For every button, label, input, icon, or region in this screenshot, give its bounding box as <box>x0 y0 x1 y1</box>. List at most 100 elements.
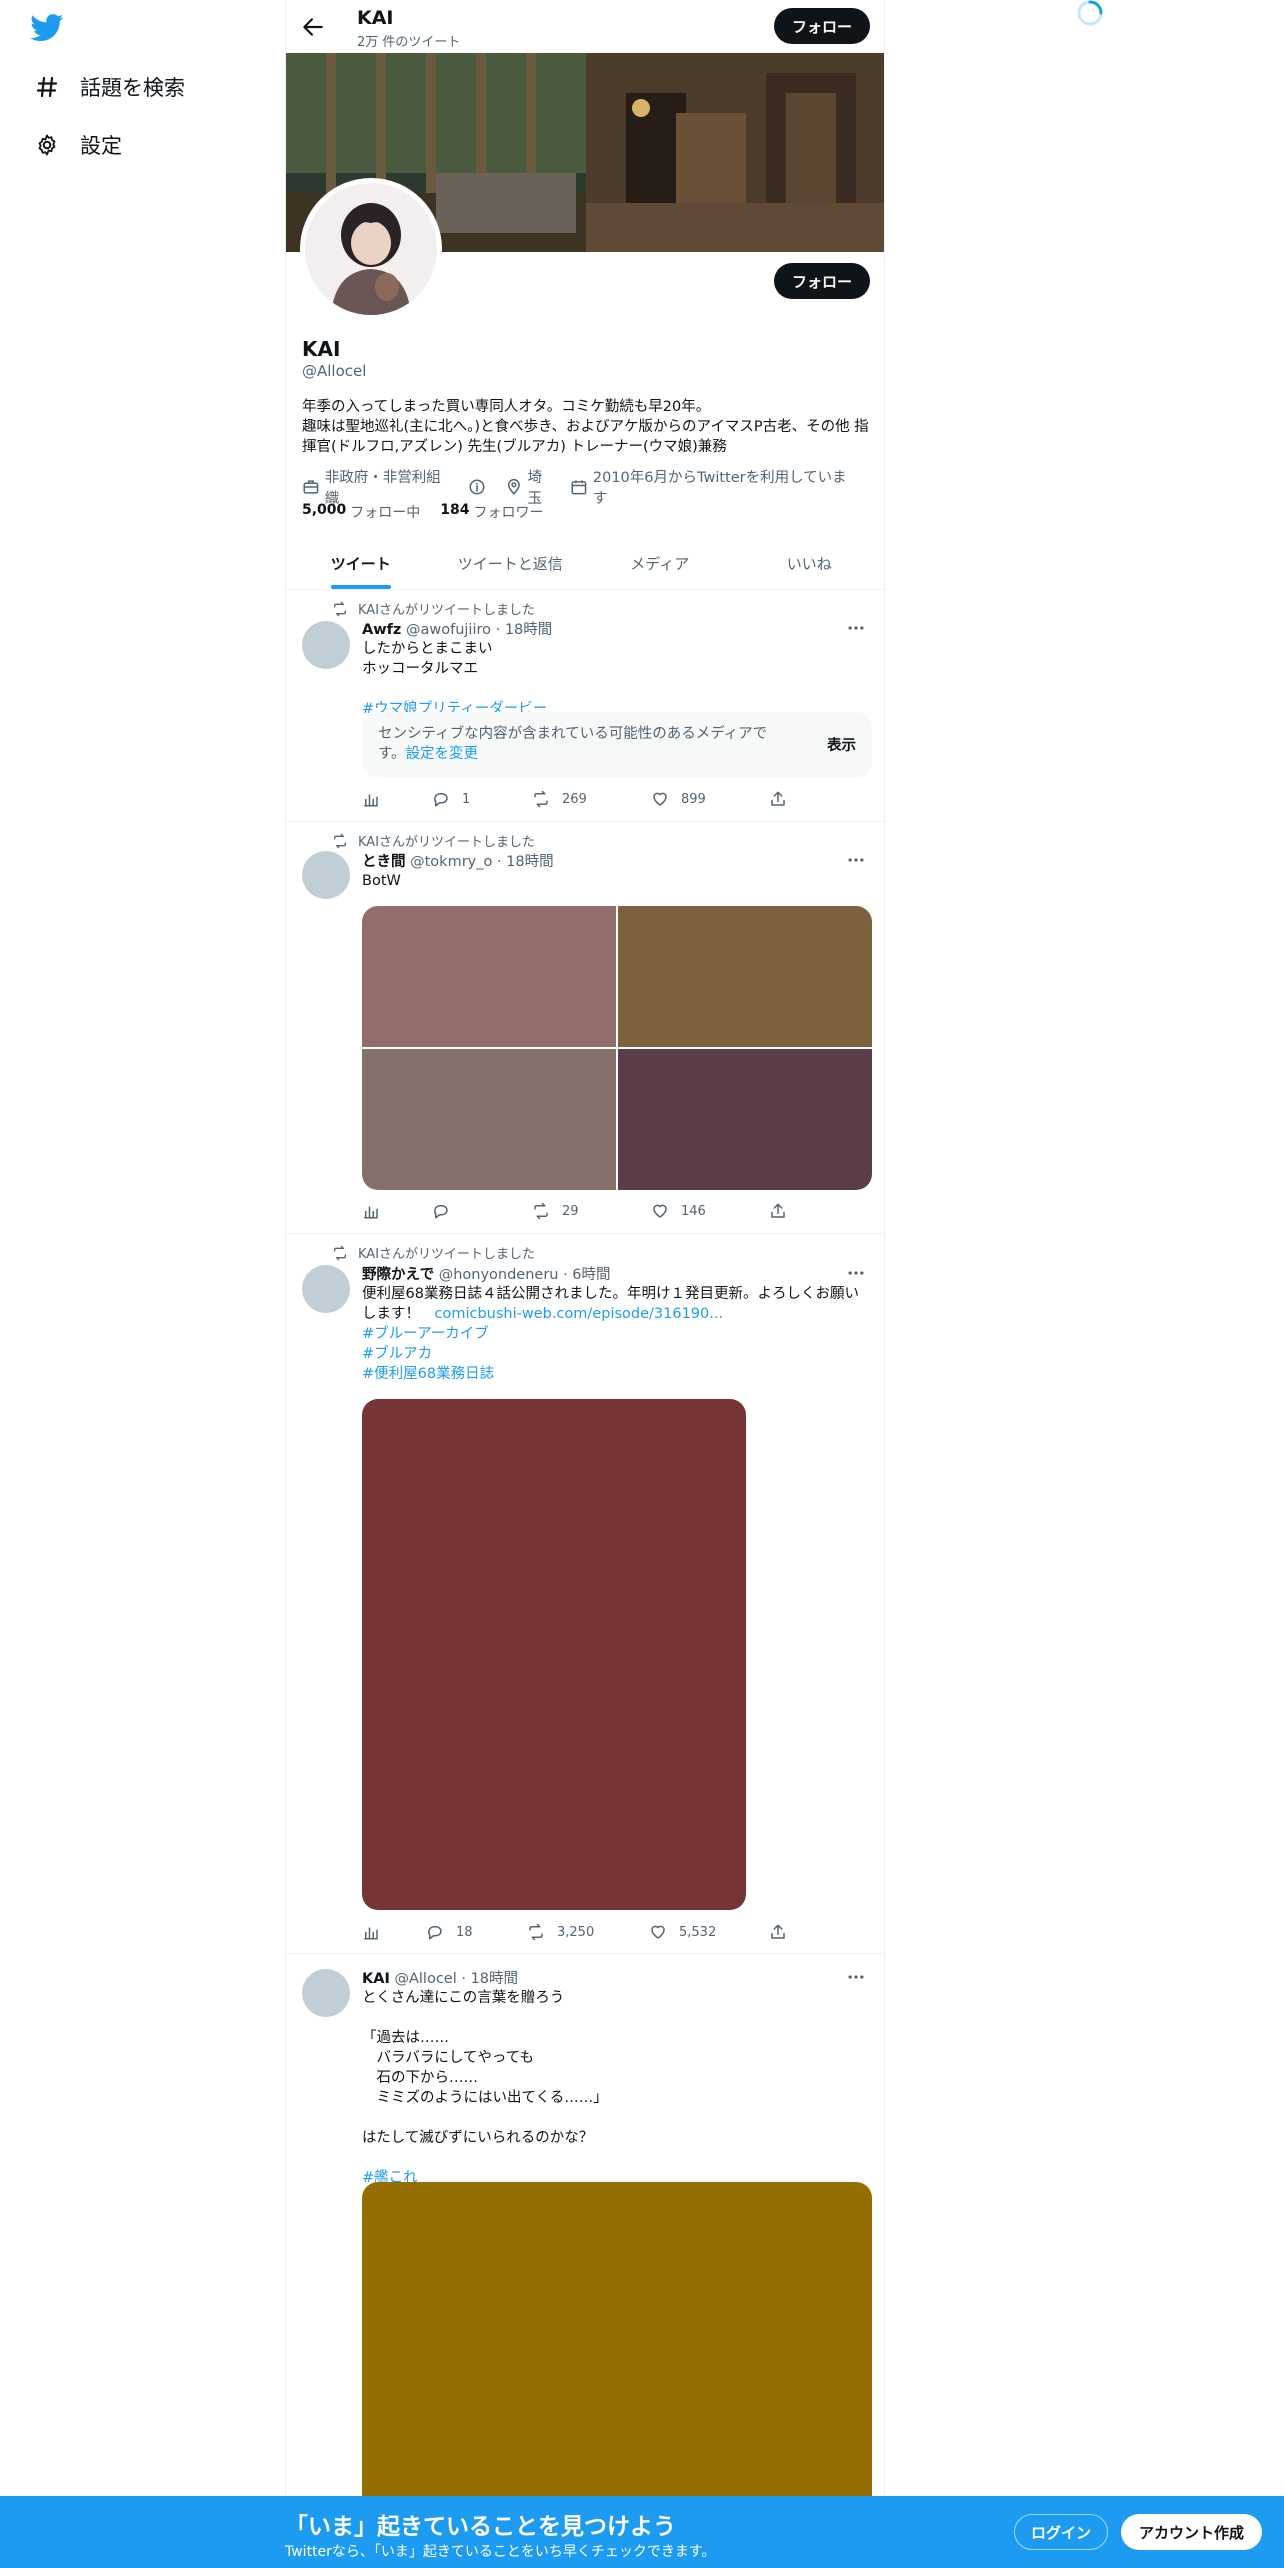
tab-media[interactable]: メディア <box>585 537 735 589</box>
retweet-button[interactable]: 269 <box>532 790 587 808</box>
like-count: 146 <box>681 1203 706 1219</box>
reply-count: 18 <box>456 1924 473 1940</box>
following-link[interactable]: 5,000 フォロー中 <box>302 502 440 522</box>
tweet-header: 野際かえで @honyondeneru · 6時間 <box>362 1263 611 1284</box>
tweet[interactable]: KAI @Allocel · 18時間 とくさん達にこの言葉を贈ろう 「過去は…… <box>286 1955 884 2568</box>
retweet-label: KAIさんがリツイートしました <box>358 603 536 618</box>
heart-icon <box>653 792 667 806</box>
signup-banner-subtitle: Twitterなら、「いま」起きていることをいち早くチェックできます。 <box>285 2544 716 2560</box>
media-image[interactable] <box>618 906 872 1047</box>
retweet-count: 29 <box>562 1203 579 1219</box>
tweet-handle-time[interactable]: @tokmry_o · 18時間 <box>410 854 554 870</box>
share-button[interactable] <box>769 790 799 808</box>
tweet[interactable]: KAIさんがリツイートしました 野際かえで @honyondeneru · 6時… <box>286 1235 884 1954</box>
follow-counts: 5,000 フォロー中 184 フォロワー <box>302 502 564 522</box>
tweet-actions: 1 269 899 <box>362 790 794 812</box>
retweet-indicator: KAIさんがリツイートしました <box>332 1243 535 1262</box>
more-options-icon[interactable] <box>846 850 866 870</box>
retweet-icon <box>334 601 346 616</box>
share-icon <box>771 791 785 806</box>
analytics-button[interactable] <box>362 1202 392 1220</box>
reply-button[interactable]: 1 <box>432 790 470 808</box>
nav-explore[interactable]: 話題を検索 <box>34 67 185 107</box>
show-media-button[interactable]: 表示 <box>827 734 856 755</box>
media-image[interactable] <box>362 1049 616 1190</box>
tweet-display-name[interactable]: 野際かえで <box>362 1267 434 1283</box>
hashtag-link[interactable]: #ブルーアーカイブ <box>362 1324 872 1344</box>
share-button[interactable] <box>769 1202 799 1220</box>
tweet-text: したからとまこまい ホッコータルマエ <box>362 641 493 677</box>
tweet-avatar[interactable] <box>302 621 350 669</box>
hashtag-link[interactable]: #便利屋68業務日誌 <box>362 1364 872 1384</box>
analytics-button[interactable] <box>362 1923 392 1941</box>
tab-tweets-and-replies[interactable]: ツイートと返信 <box>436 537 586 589</box>
back-arrow-icon[interactable] <box>300 14 326 40</box>
heart-icon <box>653 1204 667 1218</box>
header-follow-button[interactable]: フォロー <box>774 8 870 44</box>
retweet-button[interactable]: 3,250 <box>527 1923 594 1941</box>
tweet-actions: 29 146 <box>362 1202 794 1224</box>
tweet-handle-time[interactable]: @Allocel · 18時間 <box>394 1971 518 1987</box>
info-icon <box>469 479 485 495</box>
tweet-avatar[interactable] <box>302 851 350 899</box>
tweet-display-name[interactable]: KAI <box>362 1971 390 1987</box>
calendar-icon <box>571 480 587 495</box>
tweet[interactable]: KAIさんがリツイートしました とき間 @tokmry_o · 18時間 Bot… <box>286 823 884 1234</box>
hashtag-link[interactable]: #ブルアカ <box>362 1344 872 1364</box>
like-button[interactable]: 899 <box>651 790 706 808</box>
login-button[interactable]: ログイン <box>1014 2514 1108 2550</box>
reply-icon <box>428 1926 442 1940</box>
reply-button[interactable] <box>432 1202 462 1220</box>
profile-follow-button[interactable]: フォロー <box>774 263 870 299</box>
followers-link[interactable]: 184 フォロワー <box>440 502 563 522</box>
retweet-label: KAIさんがリツイートしました <box>358 1247 536 1262</box>
create-account-button[interactable]: アカウント作成 <box>1121 2514 1262 2550</box>
avatar-image <box>305 183 437 315</box>
info-button[interactable] <box>468 478 491 496</box>
tweet-avatar[interactable] <box>302 1969 350 2017</box>
analytics-icon <box>364 794 378 807</box>
header-tweet-count: 2万 件のツイート <box>357 35 461 50</box>
main-column: KAI 2万 件のツイート フォロー フォロー KAI @Allocel 年季の… <box>285 0 885 2568</box>
share-button[interactable] <box>769 1923 799 1941</box>
tweet-handle-time[interactable]: @awofujiiro · 18時間 <box>406 622 552 638</box>
more-options-icon[interactable] <box>846 618 866 638</box>
retweet-button[interactable]: 29 <box>532 1202 579 1220</box>
analytics-icon <box>364 1206 378 1219</box>
twitter-bird-icon[interactable] <box>30 14 64 42</box>
change-settings-link[interactable]: 設定を変更 <box>406 746 479 762</box>
like-button[interactable]: 146 <box>651 1202 706 1220</box>
like-button[interactable]: 5,532 <box>649 1923 716 1941</box>
more-options-icon[interactable] <box>846 1263 866 1283</box>
sensitive-notice-text: センシティブな内容が含まれている可能性のあるメディアです。設定を変更 <box>378 724 778 764</box>
reply-icon <box>434 1205 448 1219</box>
profile-name: KAI <box>302 337 341 361</box>
nav-settings[interactable]: 設定 <box>34 125 122 165</box>
profile-bio: 年季の入ってしまった買い専同人オタ。コミケ勤続も早20年。 趣味は聖地巡礼(主に… <box>302 399 869 455</box>
reply-button[interactable]: 18 <box>426 1923 473 1941</box>
profile-avatar[interactable] <box>300 178 442 320</box>
tab-likes[interactable]: いいね <box>735 537 885 589</box>
retweet-label: KAIさんがリツイートしました <box>358 835 536 850</box>
retweet-count: 269 <box>562 791 587 807</box>
tweet-display-name[interactable]: Awfz <box>362 622 401 638</box>
media-image[interactable] <box>618 1049 872 1190</box>
profile-joined-text: 2010年6月からTwitterを利用しています <box>592 470 847 507</box>
more-options-icon[interactable] <box>846 1967 866 1987</box>
tweet-avatar[interactable] <box>302 1265 350 1313</box>
retweet-count: 3,250 <box>557 1924 595 1940</box>
signup-banner: 「いま」起きていることを見つけよう Twitterなら、「いま」起きていることを… <box>0 2496 1284 2568</box>
left-navigation: 話題を検索 設定 <box>0 0 285 2568</box>
media-image[interactable] <box>362 1399 746 1910</box>
retweet-icon <box>334 1245 346 1260</box>
media-image[interactable] <box>362 906 616 1047</box>
analytics-button[interactable] <box>362 790 392 808</box>
tweet-display-name[interactable]: とき間 <box>362 854 406 870</box>
heart-icon <box>651 1925 665 1939</box>
reply-icon <box>434 793 448 807</box>
tweet-handle-time[interactable]: @honyondeneru · 6時間 <box>439 1267 611 1283</box>
nav-settings-label: 設定 <box>80 134 122 158</box>
tweet-url-link[interactable]: comicbushi-web.com/episode/316190... <box>435 1306 724 1322</box>
tab-tweets[interactable]: ツイート <box>286 537 436 589</box>
tweet[interactable]: KAIさんがリツイートしました Awfz @awofujiiro · 18時間 … <box>286 591 884 822</box>
